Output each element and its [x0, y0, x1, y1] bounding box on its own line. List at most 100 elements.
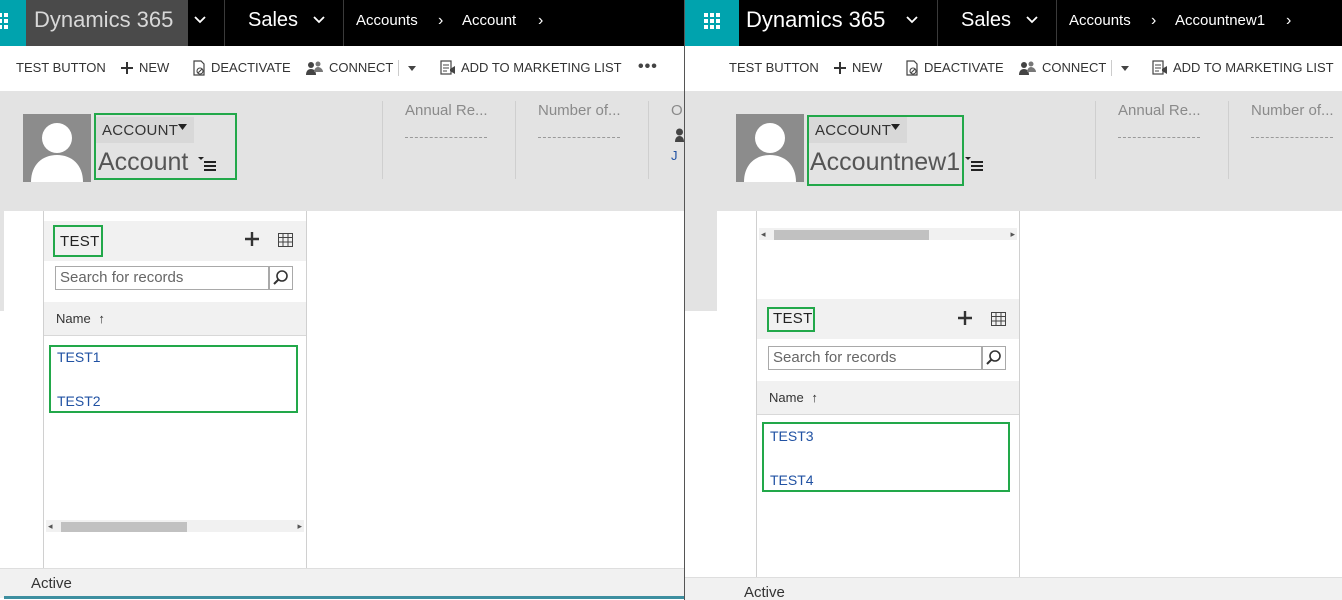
highlight-box	[762, 422, 1010, 492]
connect-button[interactable]: CONNECT	[306, 58, 393, 78]
waffle-icon	[0, 13, 8, 29]
annual-revenue-label: Annual Re...	[405, 102, 488, 119]
number-of-employees-label: Number of...	[538, 102, 621, 119]
connect-button-label: CONNECT	[329, 60, 394, 75]
app-name: Dynamics 365	[34, 7, 174, 32]
highlight-box	[807, 115, 964, 186]
right-window: Dynamics 365 Sales Accounts › Accountnew…	[685, 0, 1342, 600]
caret-down-icon[interactable]	[1120, 64, 1130, 72]
column-header-label: Name	[769, 390, 804, 405]
chevron-down-icon[interactable]	[312, 12, 326, 26]
app-name[interactable]: Dynamics 365	[746, 0, 885, 46]
avatar[interactable]	[23, 114, 91, 182]
chevron-down-icon[interactable]	[905, 12, 919, 26]
connect-button-label: CONNECT	[1042, 60, 1107, 75]
deactivate-button[interactable]: DEACTIVATE	[192, 58, 291, 78]
name-column-header[interactable]: Name ↑	[757, 381, 1019, 415]
new-button-label: NEW	[139, 60, 170, 75]
deactivate-icon	[906, 60, 918, 76]
subgrid-header: TEST	[44, 221, 306, 261]
highlight-box	[94, 113, 237, 180]
horizontal-scrollbar[interactable]: ◂ ▸	[46, 520, 304, 532]
number-of-employees-value[interactable]	[538, 137, 620, 138]
deactivate-icon	[193, 60, 205, 76]
scrollbar-thumb[interactable]	[61, 522, 187, 532]
avatar[interactable]	[736, 114, 804, 182]
scroll-left-icon[interactable]: ◂	[48, 520, 53, 532]
search-input[interactable]: Search for records	[55, 266, 269, 290]
breadcrumb-record[interactable]: Account	[462, 0, 516, 42]
owner-label: O	[671, 102, 683, 119]
annual-revenue-value[interactable]	[1118, 137, 1200, 138]
add-to-marketing-list-label: ADD TO MARKETING LIST	[461, 60, 622, 75]
search-input[interactable]: Search for records	[768, 346, 982, 370]
form-selector-icon[interactable]	[965, 155, 985, 171]
app-launcher-button[interactable]	[0, 0, 26, 46]
plus-icon	[121, 62, 133, 74]
add-record-icon[interactable]	[957, 310, 973, 326]
new-button[interactable]: NEW	[833, 58, 882, 78]
scroll-right-icon[interactable]: ▸	[297, 520, 302, 532]
connect-icon	[1019, 61, 1036, 75]
chevron-right-icon: ›	[438, 12, 444, 29]
test-button[interactable]: TEST BUTTON	[729, 58, 819, 78]
highlight-box	[49, 345, 298, 413]
test-subgrid: TEST Search for records Name ↑ TEST1 TES…	[43, 211, 307, 568]
status-text: Active	[744, 584, 785, 600]
scrollbar-thumb[interactable]	[774, 230, 929, 240]
search-button[interactable]	[982, 346, 1006, 370]
record-header: ACCOUNT Account Annual Re... Number of..…	[0, 91, 684, 211]
area-name[interactable]: Sales	[248, 0, 298, 46]
add-record-icon[interactable]	[244, 231, 260, 247]
grid-view-icon[interactable]	[991, 312, 1006, 326]
user-icon	[675, 128, 684, 142]
annual-revenue-value[interactable]	[405, 137, 487, 138]
breadcrumb-accounts[interactable]: Accounts	[1069, 0, 1131, 42]
name-column-header[interactable]: Name ↑	[44, 302, 306, 336]
deactivate-button[interactable]: DEACTIVATE	[905, 58, 1004, 78]
grid-view-icon[interactable]	[278, 233, 293, 247]
deactivate-button-label: DEACTIVATE	[924, 60, 1004, 75]
add-to-marketing-list-button[interactable]: ADD TO MARKETING LIST	[1152, 58, 1334, 78]
chevron-right-icon[interactable]: ›	[1286, 0, 1291, 42]
breadcrumb-accounts[interactable]: Accounts	[356, 0, 418, 42]
waffle-icon	[704, 13, 720, 29]
form-body: TEST Search for records Name ↑ TEST1 TES…	[0, 211, 684, 600]
scroll-right-icon[interactable]: ▸	[1010, 228, 1015, 240]
top-nav-bar: Dynamics 365 Sales Accounts › Account ›	[0, 0, 684, 46]
number-of-employees-label: Number of...	[1251, 102, 1334, 119]
highlight-box	[53, 225, 103, 257]
app-name-button[interactable]: Dynamics 365	[26, 0, 188, 46]
status-text: Active	[31, 575, 72, 592]
test-subgrid: ◂ ▸ TEST Search for records Name ↑ TEST3…	[756, 211, 1020, 577]
caret-down-icon[interactable]	[407, 64, 417, 72]
search-button[interactable]	[269, 266, 293, 290]
top-nav-bar: Dynamics 365 Sales Accounts › Accountnew…	[685, 0, 1342, 46]
chevron-right-icon[interactable]: ›	[538, 0, 543, 42]
more-commands-icon[interactable]: •••	[638, 58, 658, 76]
command-bar: TEST BUTTON NEW DEACTIVATE CONNECT ADD T…	[0, 46, 684, 90]
annual-revenue-label: Annual Re...	[1118, 102, 1201, 119]
area-name[interactable]: Sales	[961, 0, 1011, 46]
command-bar: TEST BUTTON NEW DEACTIVATE CONNECT ADD T…	[685, 46, 1342, 90]
new-button-label: NEW	[852, 60, 883, 75]
connect-icon	[306, 61, 323, 75]
breadcrumb-record[interactable]: Accountnew1	[1175, 0, 1265, 42]
subgrid-header: TEST	[757, 299, 1019, 339]
deactivate-button-label: DEACTIVATE	[211, 60, 291, 75]
connect-button[interactable]: CONNECT	[1019, 58, 1106, 78]
chevron-right-icon: ›	[1151, 12, 1157, 29]
test-button-label: TEST BUTTON	[16, 60, 106, 75]
new-button[interactable]: NEW	[120, 58, 169, 78]
owner-link[interactable]: J	[671, 148, 678, 163]
add-to-marketing-list-button[interactable]: ADD TO MARKETING LIST	[440, 58, 622, 78]
chevron-down-icon[interactable]	[193, 12, 207, 26]
highlight-box	[767, 307, 815, 332]
app-launcher-button[interactable]	[685, 0, 739, 46]
sort-ascending-icon: ↑	[98, 311, 105, 326]
horizontal-scrollbar[interactable]: ◂ ▸	[759, 228, 1017, 240]
test-button[interactable]: TEST BUTTON	[16, 58, 106, 78]
chevron-down-icon[interactable]	[1025, 12, 1039, 26]
number-of-employees-value[interactable]	[1251, 137, 1333, 138]
scroll-left-icon[interactable]: ◂	[761, 228, 766, 240]
